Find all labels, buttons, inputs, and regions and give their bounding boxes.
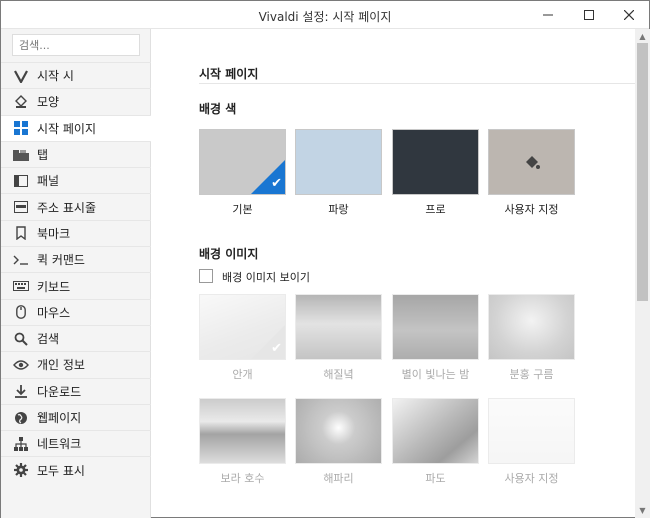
checkmark-icon: ✔ <box>271 176 282 191</box>
globe-icon <box>13 410 29 426</box>
section-title: 시작 페이지 <box>199 67 259 81</box>
close-icon <box>624 10 634 20</box>
maximize-icon <box>584 10 594 20</box>
bg-image-thumbnail[interactable] <box>392 398 479 464</box>
settings-content: 시작 페이지 배경 색 배경 이미지 배경 이미지 보이기 ✔ 기본 파랑 프로 사용자… <box>152 29 635 518</box>
maximize-button[interactable] <box>569 1 609 29</box>
gear-icon <box>13 462 29 478</box>
sidebar-item-label: 북마크 <box>37 226 71 241</box>
sidebar-item[interactable]: 탭 <box>1 140 151 167</box>
sidebar-item[interactable]: 패널 <box>1 167 151 193</box>
bg-image-thumbnail[interactable] <box>488 294 575 360</box>
sidebar-item[interactable]: 검색 <box>1 324 151 351</box>
minimize-icon <box>543 14 553 16</box>
bg-image-label: 안개 <box>232 368 253 381</box>
bg-image-label: 별이 빛나는 밤 <box>401 368 470 381</box>
sidebar-item-label: 검색 <box>37 332 60 347</box>
bg-image-thumbnail[interactable] <box>295 398 382 464</box>
eye-icon <box>13 357 29 373</box>
paint-bucket-icon <box>523 154 541 175</box>
bg-color-swatch[interactable] <box>488 129 575 195</box>
bg-color-swatch[interactable] <box>295 129 382 195</box>
title-bar: Vivaldi 설정: 시작 페이지 <box>1 1 649 29</box>
sidebar-item[interactable]: 키보드 <box>1 272 151 298</box>
sidebar-item[interactable]: 북마크 <box>1 219 151 246</box>
section-divider <box>199 83 635 84</box>
bg-image-label: 보라 호수 <box>220 472 265 485</box>
sidebar-item-label: 탭 <box>37 148 49 163</box>
sidebar-item[interactable]: 개인 정보 <box>1 351 151 377</box>
bg-color-swatch[interactable] <box>392 129 479 195</box>
show-bg-image-label: 배경 이미지 보이기 <box>222 271 310 284</box>
download-icon <box>13 383 29 399</box>
keyboard-icon <box>13 278 29 294</box>
bg-color-heading: 배경 색 <box>199 102 237 116</box>
sidebar-item[interactable]: 다운로드 <box>1 377 151 404</box>
sidebar-item[interactable]: 시작 시 <box>1 62 151 88</box>
windows-grid-icon <box>13 120 29 136</box>
network-icon <box>13 436 29 452</box>
sidebar-item[interactable]: 네트워크 <box>1 430 151 456</box>
settings-sidebar: 시작 시모양시작 페이지탭패널주소 표시줄북마크퀵 커맨드키보드마우스검색개인 … <box>1 29 151 518</box>
bg-image-label: 해파리 <box>323 472 354 485</box>
bg-color-swatch[interactable]: ✔ <box>199 129 286 195</box>
mouse-icon <box>13 304 29 320</box>
sidebar-item-label: 퀵 커맨드 <box>37 253 85 268</box>
minimize-button[interactable] <box>528 1 568 29</box>
sidebar-item-label: 개인 정보 <box>37 358 85 373</box>
sidebar-item-label: 시작 페이지 <box>37 121 97 136</box>
sidebar-nav: 시작 시모양시작 페이지탭패널주소 표시줄북마크퀵 커맨드키보드마우스검색개인 … <box>1 62 151 483</box>
show-bg-image-checkbox[interactable] <box>199 269 213 283</box>
search-icon <box>13 331 29 347</box>
bg-image-label: 파도 <box>425 472 446 485</box>
quick-command-icon <box>13 252 29 268</box>
bg-color-label: 기본 <box>232 203 253 216</box>
bg-image-thumbnail[interactable] <box>295 294 382 360</box>
vivaldi-logo-icon <box>13 68 29 84</box>
sidebar-item[interactable]: 시작 페이지 <box>1 114 151 141</box>
bg-image-thumbnail[interactable] <box>199 398 286 464</box>
settings-window: Vivaldi 설정: 시작 페이지 시작 시모양시작 페이지탭패널주소 표시줄… <box>0 0 650 518</box>
sidebar-item[interactable]: 모두 표시 <box>1 456 151 482</box>
bg-image-label: 해질녘 <box>323 368 354 381</box>
bg-color-label: 파랑 <box>328 203 349 216</box>
bookmark-icon <box>13 225 29 241</box>
sidebar-item-label: 키보드 <box>37 279 71 294</box>
sidebar-item[interactable]: 모양 <box>1 88 151 114</box>
bg-image-heading: 배경 이미지 <box>199 247 259 261</box>
sidebar-item-label: 마우스 <box>37 305 71 320</box>
paint-bucket-icon <box>13 94 29 110</box>
scroll-down-icon[interactable]: ▼ <box>635 503 650 518</box>
bg-color-label: 사용자 지정 <box>504 203 559 216</box>
sidebar-item[interactable]: 퀵 커맨드 <box>1 246 151 272</box>
bg-color-label: 프로 <box>425 203 446 216</box>
bg-image-label: 사용자 지정 <box>504 472 559 485</box>
scrollbar-thumb[interactable] <box>637 43 648 301</box>
scroll-up-icon[interactable]: ▲ <box>635 29 650 44</box>
panel-icon <box>13 173 29 189</box>
content-scrollbar[interactable]: ▲ ▼ <box>635 29 650 518</box>
sidebar-item-label: 모두 표시 <box>37 463 85 478</box>
sidebar-item-label: 시작 시 <box>37 69 74 84</box>
sidebar-item-label: 패널 <box>37 174 60 189</box>
bg-image-thumbnail[interactable]: ✔ <box>199 294 286 360</box>
checkmark-icon: ✔ <box>271 341 282 356</box>
address-bar-icon <box>13 199 29 215</box>
sidebar-item[interactable]: 웹페이지 <box>1 403 151 430</box>
tabs-icon <box>13 147 29 163</box>
sidebar-item-label: 모양 <box>37 95 60 110</box>
sidebar-item-label: 주소 표시줄 <box>37 200 97 215</box>
settings-search-input[interactable] <box>12 34 140 56</box>
sidebar-item[interactable]: 주소 표시줄 <box>1 193 151 219</box>
bg-image-label: 분홍 구름 <box>509 368 554 381</box>
sidebar-item-label: 웹페이지 <box>37 411 82 425</box>
sidebar-item[interactable]: 마우스 <box>1 298 151 325</box>
bg-image-thumbnail[interactable] <box>392 294 479 360</box>
sidebar-item-label: 다운로드 <box>37 384 82 399</box>
sidebar-item-label: 네트워크 <box>37 437 82 452</box>
close-button[interactable] <box>609 1 649 29</box>
bg-image-thumbnail[interactable] <box>488 398 575 464</box>
